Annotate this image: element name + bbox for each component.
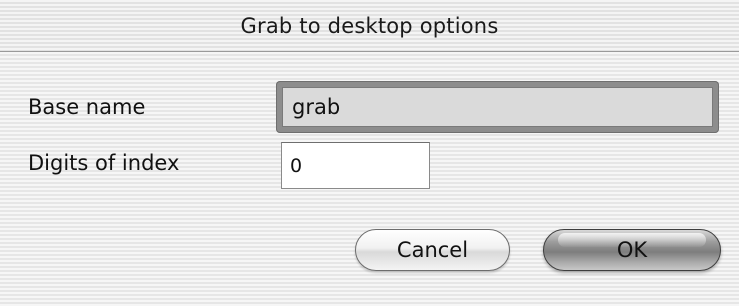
ok-button-label: OK [616,238,648,262]
title-bar[interactable]: Grab to desktop options [0,0,739,52]
cancel-button-label: Cancel [396,238,469,262]
base-name-label: Base name [28,95,146,119]
digits-of-index-label: Digits of index [28,151,180,175]
grab-options-dialog: Grab to desktop options Base name Digits… [0,0,739,306]
dialog-title: Grab to desktop options [240,14,499,38]
base-name-input[interactable] [282,87,713,127]
cancel-button[interactable]: Cancel [355,229,510,271]
ok-button[interactable]: OK [543,229,721,271]
digits-of-index-input[interactable] [281,142,430,189]
